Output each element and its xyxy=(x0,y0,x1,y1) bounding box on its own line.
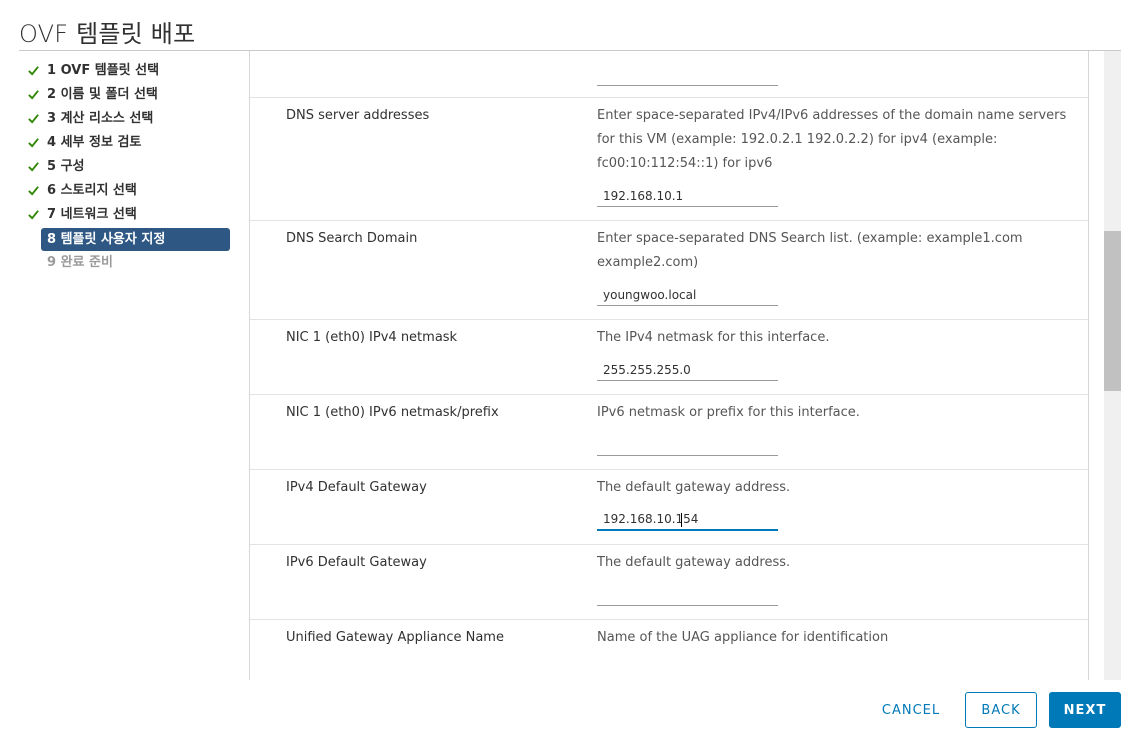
check-icon xyxy=(28,162,39,172)
dns-search-input[interactable] xyxy=(597,284,778,306)
form-row-ipv4-gateway: IPv4 Default Gateway The default gateway… xyxy=(250,470,1088,545)
step-label: 6 스토리지 선택 xyxy=(47,183,137,198)
field-description: The IPv4 netmask for this interface. xyxy=(597,330,830,345)
check-icon xyxy=(28,90,39,100)
form-row-uag-name: Unified Gateway Appliance Name Name of t… xyxy=(250,620,1088,680)
step-6[interactable]: 6 스토리지 선택 xyxy=(19,179,249,203)
dns-servers-input[interactable] xyxy=(597,185,778,207)
field-description: IPv6 netmask or prefix for this interfac… xyxy=(597,405,860,420)
wizard-steps: 1 OVF 템플릿 선택 2 이름 및 폴더 선택 3 계산 리소스 선택 4 … xyxy=(19,59,249,275)
step-7[interactable]: 7 네트워크 선택 xyxy=(19,203,249,227)
field-label: DNS server addresses xyxy=(286,108,430,123)
ipv4-netmask-input[interactable] xyxy=(597,359,778,381)
dialog-title: OVF 템플릿 배포 xyxy=(19,20,196,48)
field-label: DNS Search Domain xyxy=(286,231,418,246)
form-panel-border xyxy=(1088,51,1089,680)
check-icon xyxy=(28,114,39,124)
previous-field-input[interactable] xyxy=(597,64,778,86)
step-label: 7 네트워크 선택 xyxy=(47,207,137,222)
step-label: 4 세부 정보 검토 xyxy=(47,135,142,150)
step-8-active[interactable]: 8 템플릿 사용자 지정 xyxy=(41,228,230,251)
field-description: The default gateway address. xyxy=(597,480,791,495)
cancel-button[interactable]: CANCEL xyxy=(866,692,956,728)
form-row-ipv6-netmask: NIC 1 (eth0) IPv6 netmask/prefix IPv6 ne… xyxy=(250,395,1088,470)
form-panel: DNS server addresses Enter space-separat… xyxy=(250,51,1088,680)
field-label: IPv6 Default Gateway xyxy=(286,555,427,570)
field-description: Enter space-separated IPv4/IPv6 addresse… xyxy=(597,108,1067,171)
ipv4-gateway-input[interactable] xyxy=(597,509,778,531)
step-2[interactable]: 2 이름 및 폴더 선택 xyxy=(19,83,249,107)
step-1[interactable]: 1 OVF 템플릿 선택 xyxy=(19,59,249,83)
check-icon xyxy=(28,66,39,76)
step-4[interactable]: 4 세부 정보 검토 xyxy=(19,131,249,155)
step-label: 8 템플릿 사용자 지정 xyxy=(47,232,166,247)
text-cursor xyxy=(681,513,682,527)
field-label: NIC 1 (eth0) IPv4 netmask xyxy=(286,330,458,345)
field-description: The default gateway address. xyxy=(597,555,791,570)
check-icon xyxy=(28,210,39,220)
form-row-ipv6-gateway: IPv6 Default Gateway The default gateway… xyxy=(250,545,1088,620)
step-5[interactable]: 5 구성 xyxy=(19,155,249,179)
form-row-partial xyxy=(250,51,1088,98)
check-icon xyxy=(28,186,39,196)
form-row-ipv4-netmask: NIC 1 (eth0) IPv4 netmask The IPv4 netma… xyxy=(250,320,1088,395)
next-button[interactable]: NEXT xyxy=(1049,692,1121,728)
step-label: 9 완료 준비 xyxy=(47,255,113,270)
field-label: IPv4 Default Gateway xyxy=(286,480,427,495)
field-label: NIC 1 (eth0) IPv6 netmask/prefix xyxy=(286,405,499,420)
step-9: 9 완료 준비 xyxy=(19,251,249,275)
step-label: 5 구성 xyxy=(47,159,85,174)
back-button[interactable]: BACK xyxy=(965,692,1037,728)
field-label: Unified Gateway Appliance Name xyxy=(286,630,504,645)
ipv6-gateway-input[interactable] xyxy=(597,584,778,606)
field-description: Enter space-separated DNS Search list. (… xyxy=(597,231,1023,270)
field-description: Name of the UAG appliance for identifica… xyxy=(597,630,889,645)
ipv6-netmask-input[interactable] xyxy=(597,434,778,456)
form-row-dns-search: DNS Search Domain Enter space-separated … xyxy=(250,221,1088,320)
step-label: 3 계산 리소스 선택 xyxy=(47,111,154,126)
step-label: 1 OVF 템플릿 선택 xyxy=(47,63,160,78)
step-label: 2 이름 및 폴더 선택 xyxy=(47,87,158,102)
scrollbar-thumb[interactable] xyxy=(1104,231,1121,391)
form-row-dns-servers: DNS server addresses Enter space-separat… xyxy=(250,98,1088,221)
check-icon xyxy=(28,138,39,148)
step-3[interactable]: 3 계산 리소스 선택 xyxy=(19,107,249,131)
